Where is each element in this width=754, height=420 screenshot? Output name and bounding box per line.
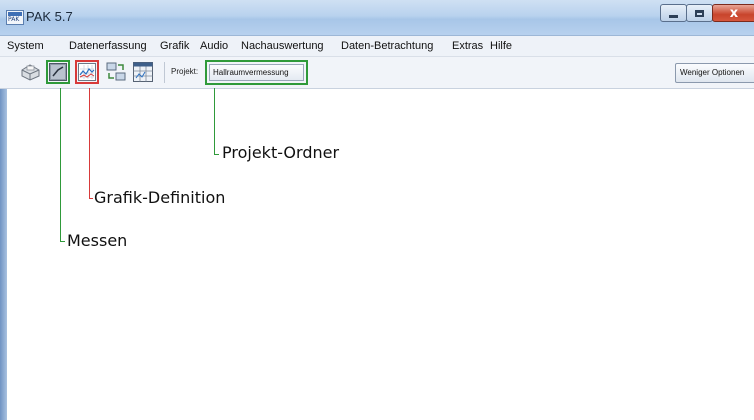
app-logo-icon: PAK [6,10,24,25]
graph-definition-icon [78,63,96,81]
grid-button[interactable] [131,60,155,84]
minimize-icon [669,14,678,18]
measure-callout-tick [60,241,65,242]
main-content-area [7,89,754,420]
maximize-icon [695,9,704,17]
graph-definition-annotation: Grafik-Definition [94,188,226,207]
transfer-icon [106,62,126,81]
menu-nachauswertung[interactable]: Nachauswertung [241,39,324,53]
transfer-button[interactable] [104,60,128,84]
window-left-edge [0,89,7,420]
app-window: PAK PAK 5.7 x System Datenerfassung Graf… [0,0,754,420]
project-label: Projekt: [171,67,199,76]
menu-daten-betrachtung[interactable]: Daten-Betrachtung [341,39,433,53]
graph-definition-callout-tick [89,198,93,199]
measure-icon [49,63,67,81]
menu-grafik[interactable]: Grafik [160,39,189,53]
app-logo-text: PAK [8,16,20,23]
measure-annotation: Messen [67,231,128,250]
fewer-options-button[interactable]: Weniger Optionen [675,63,754,83]
close-icon: x [729,5,739,21]
project-folder-callout-line [214,88,215,155]
menu-hilfe[interactable]: Hilfe [490,39,512,53]
menu-bar: System Datenerfassung Grafik Audio Nacha… [0,36,754,57]
project-folder-field[interactable]: Hallraumvermessung [205,60,308,85]
toolbar: Projekt: Hallraumvermessung Weniger Opti… [0,57,754,89]
minimize-button[interactable] [660,4,687,22]
project-folder-value: Hallraumvermessung [209,64,304,81]
graph-definition-button[interactable] [75,60,99,84]
measure-callout-line [60,88,61,242]
maximize-button[interactable] [686,4,713,22]
graph-definition-callout-line [89,88,90,199]
menu-datenerfassung[interactable]: Datenerfassung [69,39,147,53]
grid-icon [133,62,153,82]
measure-button[interactable] [46,60,70,84]
menu-audio[interactable]: Audio [200,39,228,53]
printer-icon [21,64,40,81]
menu-system[interactable]: System [7,39,44,53]
menu-extras[interactable]: Extras [452,39,483,53]
close-button[interactable]: x [712,4,754,22]
window-title: PAK 5.7 [26,9,73,24]
project-folder-callout-tick [214,154,219,155]
title-bar[interactable]: PAK PAK 5.7 x [0,0,754,36]
project-folder-annotation: Projekt-Ordner [222,143,340,162]
toolbar-separator [164,62,165,83]
printer-button[interactable] [18,60,42,84]
